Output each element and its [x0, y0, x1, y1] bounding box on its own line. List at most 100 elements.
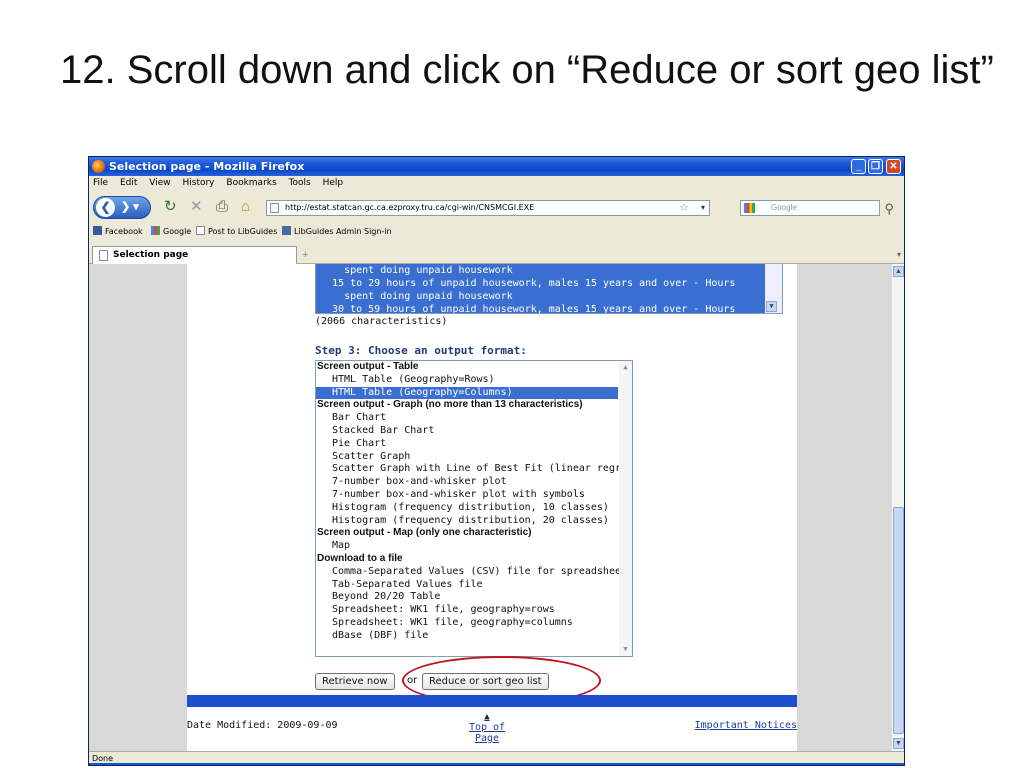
bookmark-label: Google — [163, 227, 192, 236]
bookmark-label: LibGuides Admin Sign-in — [294, 227, 392, 236]
firefox-window: Selection page - Mozilla Firefox _ ❐ ✕ F… — [88, 156, 905, 766]
firefox-icon — [92, 160, 105, 173]
maximize-icon[interactable]: ❐ — [868, 159, 883, 174]
close-icon[interactable]: ✕ — [886, 159, 901, 174]
search-box[interactable]: Google — [740, 200, 880, 216]
back-arrow-icon[interactable]: ❮ — [96, 198, 115, 217]
tab-list-icon[interactable]: ▾ — [897, 247, 901, 263]
window-title: Selection page - Mozilla Firefox — [109, 160, 305, 173]
tab-label: Selection page — [113, 250, 189, 260]
list-item[interactable]: Bar Chart — [316, 412, 632, 425]
forward-arrow-icon[interactable]: ❯ ▾ — [121, 200, 139, 215]
page-body: spent doing unpaid housework 15 to 29 ho… — [187, 264, 797, 751]
list-item[interactable]: HTML Table (Geography=Rows) — [316, 374, 632, 387]
page-icon — [196, 226, 205, 235]
slide-title: 12. Scroll down and click on “Reduce or … — [60, 48, 994, 92]
option-group-label: Screen output - Graph (no more than 13 c… — [317, 399, 583, 411]
bookmark-star-icon[interactable]: ☆ — [679, 201, 689, 215]
menu-bookmarks[interactable]: Bookmarks — [226, 178, 276, 188]
page-scrollbar[interactable]: ▲ ▼ — [891, 264, 904, 751]
menu-help[interactable]: Help — [323, 178, 344, 188]
status-text: Done — [92, 754, 114, 763]
list-scrollbar[interactable]: ▲ ▼ — [619, 361, 632, 656]
new-tab-icon[interactable]: + — [302, 247, 314, 263]
menu-history[interactable]: History — [182, 178, 214, 188]
list-item[interactable]: Stacked Bar Chart — [316, 425, 632, 438]
list-item[interactable]: dBase (DBF) file — [316, 630, 632, 643]
list-item[interactable]: Spreadsheet: WK1 file, geography=rows — [316, 604, 632, 617]
scroll-down-icon[interactable]: ▼ — [620, 644, 631, 655]
list-item[interactable]: 7-number box-and-whisker plot — [316, 476, 632, 489]
characteristics-count: (2066 characteristics) — [315, 316, 448, 327]
navigation-toolbar: ❮ ❯ ▾ ↻ ✕ ⎙ ⌂ http://estat.statcan.gc.ca… — [89, 192, 904, 222]
home-icon[interactable]: ⌂ — [241, 199, 250, 215]
reload-icon[interactable]: ↻ — [164, 199, 177, 215]
menu-bar: File Edit View History Bookmarks Tools H… — [89, 176, 904, 191]
top-of-page-label[interactable]: Top of Page — [469, 722, 505, 744]
list-item[interactable]: Spreadsheet: WK1 file, geography=columns — [316, 617, 632, 630]
bookmark-post-to-libguides[interactable]: Post to LibGuides — [196, 224, 277, 240]
scroll-up-icon[interactable]: ▲ — [620, 362, 631, 373]
up-triangle-icon: ▲ — [484, 712, 490, 722]
search-placeholder: Google — [771, 203, 797, 212]
top-of-page-link[interactable]: ▲ Top of Page — [457, 712, 517, 745]
scroll-up-icon[interactable]: ▲ — [893, 266, 904, 277]
bookmarks-toolbar: Facebook Google Post to LibGuides LibGui… — [89, 224, 904, 240]
date-modified: Date Modified: 2009-09-09 — [187, 720, 338, 731]
google-icon — [744, 203, 755, 213]
list-item[interactable]: Pie Chart — [316, 438, 632, 451]
important-notices-link[interactable]: Important Notices — [695, 720, 797, 731]
list-item[interactable]: 7-number box-and-whisker plot with symbo… — [316, 489, 632, 502]
scroll-down-icon[interactable]: ▼ — [766, 301, 777, 312]
list-item[interactable]: Comma-Separated Values (CSV) file for sp… — [316, 566, 632, 579]
window-bottom-border — [89, 763, 904, 765]
url-bar[interactable]: http://estat.statcan.gc.ca.ezproxy.tru.c… — [266, 200, 710, 216]
list-item[interactable]: Scatter Graph — [316, 451, 632, 464]
url-dropdown-icon[interactable]: ▾ — [701, 201, 705, 215]
bookmark-label: Facebook — [105, 227, 143, 236]
bookmark-libguides-admin[interactable]: LibGuides Admin Sign-in — [282, 224, 392, 240]
list-item[interactable]: Scatter Graph with Line of Best Fit (lin… — [316, 463, 632, 476]
page-viewport: spent doing unpaid housework 15 to 29 ho… — [89, 264, 891, 751]
menu-edit[interactable]: Edit — [120, 178, 137, 188]
footer-bar — [187, 695, 797, 707]
page-icon — [99, 250, 108, 261]
search-icon[interactable]: ⚲ — [884, 201, 894, 217]
bookmark-google[interactable]: Google — [151, 224, 191, 240]
url-text: http://estat.statcan.gc.ca.ezproxy.tru.c… — [285, 203, 535, 212]
list-item-selected[interactable]: HTML Table (Geography=Columns) — [316, 386, 618, 400]
step3-heading: Step 3: Choose an output format: — [315, 344, 527, 357]
list-item[interactable]: spent doing unpaid housework — [316, 290, 782, 303]
bookmark-label: Post to LibGuides — [208, 227, 278, 236]
list-item[interactable]: Beyond 20/20 Table — [316, 591, 632, 604]
google-icon — [151, 226, 160, 235]
list-item[interactable]: Map — [316, 540, 632, 553]
list-item[interactable]: Histogram (frequency distribution, 20 cl… — [316, 515, 632, 528]
back-forward-buttons[interactable]: ❮ ❯ ▾ — [93, 196, 151, 219]
list-item[interactable]: spent doing unpaid housework — [316, 264, 782, 277]
facebook-icon — [93, 226, 102, 235]
minimize-icon[interactable]: _ — [851, 159, 866, 174]
characteristics-list[interactable]: spent doing unpaid housework 15 to 29 ho… — [315, 264, 783, 314]
option-group-label: Download to a file — [317, 552, 403, 564]
list-scrollbar[interactable]: ▼ — [765, 264, 782, 313]
menu-tools[interactable]: Tools — [289, 178, 311, 188]
list-item[interactable]: Tab-Separated Values file — [316, 579, 632, 592]
list-item[interactable]: 15 to 29 hours of unpaid housework, male… — [316, 277, 782, 290]
retrieve-now-button[interactable]: Retrieve now — [315, 673, 395, 690]
list-item[interactable]: 30 to 59 hours of unpaid housework, male… — [316, 303, 782, 313]
window-titlebar: Selection page - Mozilla Firefox _ ❐ ✕ — [89, 157, 904, 176]
option-group-label: Screen output - Table — [317, 361, 419, 372]
option-group-label: Screen output - Map (only one characteri… — [317, 527, 532, 539]
print-icon[interactable]: ⎙ — [216, 199, 228, 215]
tab-selection-page[interactable]: Selection page — [92, 246, 297, 264]
bookmark-facebook[interactable]: Facebook — [93, 224, 143, 240]
stop-icon[interactable]: ✕ — [190, 199, 203, 215]
menu-file[interactable]: File — [93, 178, 108, 188]
scrollbar-thumb[interactable] — [893, 507, 904, 734]
list-item[interactable]: Histogram (frequency distribution, 10 cl… — [316, 502, 632, 515]
scroll-down-icon[interactable]: ▼ — [893, 738, 904, 749]
tab-strip: Selection page + ▾ — [89, 244, 904, 264]
menu-view[interactable]: View — [149, 178, 170, 188]
output-format-list[interactable]: Screen output - Table HTML Table (Geogra… — [315, 360, 633, 657]
